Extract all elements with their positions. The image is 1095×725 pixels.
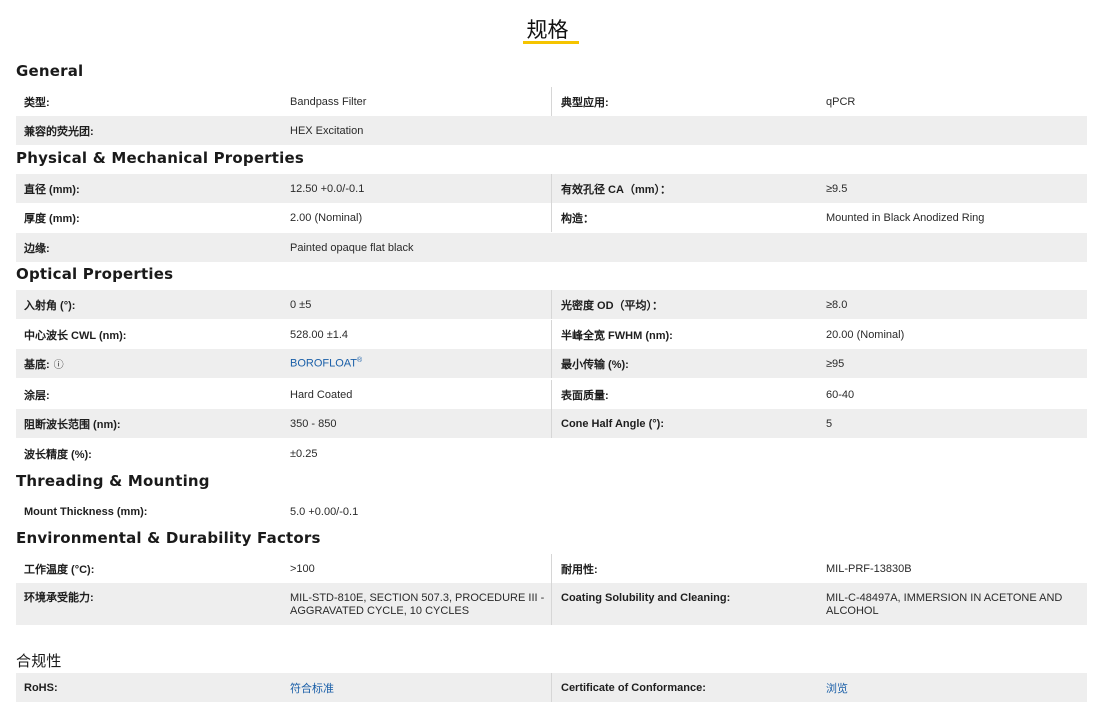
spec-label: Cone Half Angle (°): <box>561 417 664 430</box>
section-title-physical: Physical & Mechanical Properties <box>16 149 305 167</box>
info-icon[interactable]: ⓘ <box>54 356 64 371</box>
spec-row-aoi: 入射角 (°): 0 ±5 光密度 OD（平均）： ≥8.0 <box>16 290 1087 319</box>
spec-label: 耐用性: <box>561 563 598 576</box>
spec-value: 0 ±5 <box>290 298 312 311</box>
spec-row-mount-thickness: Mount Thickness (mm): 5.0 +0.00/-0.1 <box>16 497 1087 526</box>
spec-value: BOROFLOAT® <box>290 349 550 378</box>
spec-label: 兼容的荧光团: <box>24 125 94 138</box>
spec-value: MIL-C-48497A, IMMERSION IN ACETONE AND A… <box>826 583 1081 625</box>
spec-value: Bandpass Filter <box>290 95 367 108</box>
column-divider <box>551 380 552 409</box>
spec-label: 波长精度 (%): <box>24 448 92 461</box>
spec-value-line: ALCOHOL <box>826 605 879 617</box>
spec-value: >100 <box>290 562 315 575</box>
registered-mark: ® <box>357 357 363 365</box>
spec-label: 最小传输 (%): <box>561 358 629 371</box>
spec-label: 类型: <box>24 96 50 109</box>
spec-label: 表面质量: <box>561 389 609 402</box>
spec-value: HEX Excitation <box>290 124 364 137</box>
spec-label-with-info: 基底: ⓘ <box>24 349 284 378</box>
spec-row-coating: 涂层: Hard Coated 表面质量: 60-40 <box>16 380 1087 409</box>
section-title-environmental: Environmental & Durability Factors <box>16 529 321 547</box>
section-title-compliance: 合规性 <box>16 652 62 670</box>
spec-value: qPCR <box>826 95 856 108</box>
spec-value-line: MIL-C-48497A, IMMERSION IN ACETONE AND <box>826 592 1063 604</box>
page-title: 规格 <box>526 19 569 42</box>
column-divider <box>551 203 552 232</box>
spec-value: 20.00 (Nominal) <box>826 328 905 341</box>
spec-row-type: 类型: Bandpass Filter 典型应用: qPCR <box>16 87 1087 116</box>
spec-label: Mount Thickness (mm): <box>24 505 148 518</box>
spec-row-operating-temp: 工作温度 (°C): >100 耐用性: MIL-PRF-13830B <box>16 554 1087 583</box>
spec-label: 构造： <box>561 212 594 225</box>
rohs-link[interactable]: 符合标准 <box>290 680 334 696</box>
spec-value: ≥8.0 <box>826 298 848 311</box>
spec-value: 浏览 <box>826 673 1081 702</box>
spec-row-substrate: 基底: ⓘ BOROFLOAT® 最小传输 (%): ≥95 <box>16 349 1087 378</box>
column-divider <box>551 174 552 203</box>
spec-value: 符合标准 <box>290 673 550 702</box>
column-divider <box>551 583 552 625</box>
substrate-link[interactable]: BOROFLOAT® <box>290 357 362 370</box>
title-underline <box>523 41 579 44</box>
spec-label: 边缘: <box>24 242 50 255</box>
column-divider <box>551 320 552 349</box>
section-title-threading: Threading & Mounting <box>16 472 210 490</box>
spec-label: 典型应用: <box>561 96 609 109</box>
column-divider <box>551 290 552 319</box>
spec-row-diameter: 直径 (mm): 12.50 +0.0/-0.1 有效孔径 CA（mm）： ≥9… <box>16 174 1087 203</box>
section-title-general: General <box>16 62 84 80</box>
spec-label: 半峰全宽 FWHM (nm): <box>561 329 673 342</box>
spec-row-rohs: RoHS: 符合标准 Certificate of Conformance: 浏… <box>16 673 1087 702</box>
spec-value: 60-40 <box>826 388 855 401</box>
spec-label: 入射角 (°): <box>24 299 76 312</box>
spec-value-line: MIL-STD-810E, SECTION 507.3, PROCEDURE I… <box>290 592 545 604</box>
spec-label: 工作温度 (°C): <box>24 563 95 576</box>
spec-row-blocking: 阻断波长范围 (nm): 350 - 850 Cone Half Angle (… <box>16 409 1087 438</box>
spec-value: ±0.25 <box>290 447 318 460</box>
column-divider <box>551 349 552 378</box>
spec-value: MIL-PRF-13830B <box>826 562 912 575</box>
spec-value: Painted opaque flat black <box>290 241 414 254</box>
spec-value: MIL-STD-810E, SECTION 507.3, PROCEDURE I… <box>290 583 550 625</box>
spec-value: ≥9.5 <box>826 182 848 195</box>
spec-label: 基底: <box>24 358 50 371</box>
spec-value: 12.50 +0.0/-0.1 <box>290 182 365 195</box>
spec-label: 阻断波长范围 (nm): <box>24 418 121 431</box>
spec-label: 环境承受能力: <box>24 592 94 604</box>
spec-value: Hard Coated <box>290 388 353 401</box>
spec-label: 光密度 OD（平均）： <box>561 299 664 312</box>
spec-label: Certificate of Conformance: <box>561 681 706 694</box>
spec-row-edges: 边缘: Painted opaque flat black <box>16 233 1087 262</box>
spec-label: 直径 (mm): <box>24 183 80 196</box>
spec-value: 5 <box>826 417 833 430</box>
spec-row-wavelength-accuracy: 波长精度 (%): ±0.25 <box>16 439 1087 468</box>
spec-value-line: AGGRAVATED CYCLE, 10 CYCLES <box>290 605 470 617</box>
section-title-optical: Optical Properties <box>16 265 174 283</box>
spec-value: 350 - 850 <box>290 417 337 430</box>
spec-row-thickness: 厚度 (mm): 2.00 (Nominal) 构造： Mounted in B… <box>16 203 1087 232</box>
spec-value: 528.00 ±1.4 <box>290 328 349 341</box>
column-divider <box>551 409 552 438</box>
spec-label: 厚度 (mm): <box>24 212 80 225</box>
spec-label: 有效孔径 CA（mm）： <box>561 183 672 196</box>
spec-label: Coating Solubility and Cleaning: <box>561 592 731 604</box>
column-divider <box>551 673 552 702</box>
column-divider <box>551 554 552 583</box>
spec-value: ≥95 <box>826 357 845 370</box>
spec-row-environmental: 环境承受能力: MIL-STD-810E, SECTION 507.3, PRO… <box>16 583 1087 625</box>
spec-label: RoHS: <box>24 681 58 694</box>
spec-value: 2.00 (Nominal) <box>290 211 363 224</box>
spec-row-cwl: 中心波长 CWL (nm): 528.00 ±1.4 半峰全宽 FWHM (nm… <box>16 320 1087 349</box>
spec-row-fluorophore: 兼容的荧光团: HEX Excitation <box>16 116 1087 145</box>
column-divider <box>551 87 552 116</box>
spec-label: 涂层: <box>24 389 50 402</box>
certificate-view-link[interactable]: 浏览 <box>826 680 848 696</box>
spec-label: 中心波长 CWL (nm): <box>24 329 127 342</box>
spec-value: Mounted in Black Anodized Ring <box>826 211 985 224</box>
spec-value: 5.0 +0.00/-0.1 <box>290 505 359 518</box>
